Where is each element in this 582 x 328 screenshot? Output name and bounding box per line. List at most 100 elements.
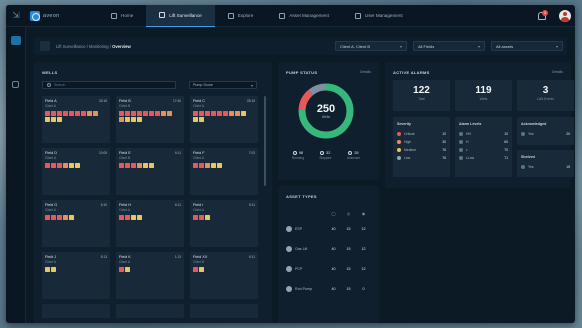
expand-icon[interactable]: ⇲: [6, 5, 26, 27]
alarm-dot-icon: [193, 163, 198, 168]
back-icon[interactable]: [40, 41, 50, 51]
asset-value: 40: [331, 247, 336, 251]
field-filter[interactable]: All Fields ▾: [413, 41, 485, 51]
monitoring-rail-icon[interactable]: [10, 36, 21, 45]
alarm-level-row[interactable]: LLow 71: [459, 154, 508, 162]
alarm-dot-icon: [205, 215, 210, 220]
well-client: Client B: [119, 104, 131, 108]
brand[interactable]: aveon: [26, 10, 98, 21]
well-card[interactable]: Field B Client B 17:40: [116, 96, 184, 143]
asset-filter[interactable]: All assets ▾: [491, 41, 563, 51]
notifications-badge: 3: [542, 9, 548, 16]
field-filter-value: All Fields: [418, 43, 435, 49]
pump-legend-value: 32: [326, 151, 331, 155]
tab-icon: [227, 12, 234, 19]
severity-row[interactable]: High 30: [397, 138, 446, 146]
severity-dot-icon: [397, 156, 401, 160]
pump-legend: 98 Running 32 Stopped 28 Unknown: [292, 151, 360, 160]
acknowledged-value: 20: [566, 132, 570, 136]
alarm-level-row[interactable]: HH 10: [459, 130, 508, 138]
wells-sort-select[interactable]: Pump Score ▾: [189, 81, 257, 89]
alarm-stat-card[interactable]: 122 Total: [393, 80, 450, 111]
alarm-level-row[interactable]: L 70: [459, 146, 508, 154]
well-card[interactable]: Field I Client A 6:11: [190, 200, 258, 247]
pump-legend-item[interactable]: 28 Unknown: [347, 151, 360, 160]
asset-types-panel: ASSET TYPES ◯ ◎ ◉ ESP 40 15 12 Gas Lift 40 15 1…: [278, 186, 379, 323]
alarm-dot-icon: [223, 111, 228, 116]
severity-row[interactable]: Critical 10: [397, 130, 446, 138]
well-card[interactable]: Field K Client A 1:13: [116, 252, 184, 299]
active-alarms-details-link[interactable]: Details: [552, 70, 563, 74]
well-card[interactable]: Field C Client A 05:15: [190, 96, 258, 143]
alarm-dot-icon: [155, 111, 160, 116]
severity-row[interactable]: Low 76: [397, 154, 446, 162]
alarm-dot-icon: [167, 111, 172, 116]
breadcrumb-current: Overview: [112, 43, 131, 49]
alarm-level-row[interactable]: H 60: [459, 138, 508, 146]
empty-panel: [385, 194, 571, 323]
alarm-stat-card[interactable]: 119 Wells: [455, 80, 512, 111]
well-card[interactable]: Field E Client B 6:11: [116, 148, 184, 195]
well-card[interactable]: Field H Client A 6:11: [116, 200, 184, 247]
app-window: ⇲ aveon Home Lift Surveillance Explore Asse…: [6, 5, 575, 323]
panel-rail-icon[interactable]: [12, 81, 19, 88]
wells-search-input[interactable]: Search: [42, 81, 176, 89]
notifications-bell-icon[interactable]: 3: [537, 9, 548, 20]
alarm-level-value: 10: [504, 132, 508, 136]
well-card[interactable]: Field XX Client B 6:11: [190, 252, 258, 299]
pump-legend-item[interactable]: 32 Stopped: [319, 151, 331, 160]
alarm-stat-card[interactable]: 3 LAN Events: [517, 80, 574, 111]
nav-right: 3: [537, 9, 575, 22]
active-alarms-title: ACTIVE ALARMS: [393, 70, 430, 75]
asset-row[interactable]: ESP 40 15 12: [286, 226, 371, 232]
well-alarm-dots: [119, 215, 174, 220]
wells-sort-value: Pump Score: [193, 83, 213, 87]
tab-explore[interactable]: Explore: [215, 5, 267, 27]
alarm-dot-icon: [57, 117, 62, 122]
well-card-partial[interactable]: [42, 304, 110, 318]
alarm-dot-icon: [45, 163, 50, 168]
severity-rows: Critical 10 High 30 Medium 76 Low 76: [397, 130, 446, 162]
alarm-dot-icon: [51, 117, 56, 122]
asset-row[interactable]: Rod Pump 40 15 0: [286, 286, 371, 292]
asset-row[interactable]: PCP 40 15 12: [286, 266, 371, 272]
asset-name: Gas Lift: [295, 247, 308, 251]
tab-lift-surveillance[interactable]: Lift Surveillance: [146, 5, 215, 27]
acknowledged-row[interactable]: Yes 20: [521, 130, 570, 138]
acknowledged-title: Acknowledged: [521, 122, 547, 126]
severity-row[interactable]: Medium 76: [397, 146, 446, 154]
client-filter[interactable]: Client A, Client B ▾: [335, 41, 407, 51]
alarm-dot-icon: [51, 215, 56, 220]
well-time: 17:40: [173, 99, 181, 103]
well-card[interactable]: Field J Client A 5:13: [42, 252, 110, 299]
user-avatar[interactable]: [559, 9, 571, 22]
tab-label: User Management: [364, 13, 403, 18]
well-client: Client A: [45, 260, 56, 264]
asset-row[interactable]: Gas Lift 40 15 12: [286, 246, 371, 252]
pump-status-details-link[interactable]: Details: [360, 70, 371, 74]
tab-user-management[interactable]: User Management: [342, 5, 416, 27]
asset-value: 15: [346, 267, 351, 271]
tab-label: Home: [121, 13, 134, 18]
acknowledged-dot-icon: [521, 132, 525, 136]
alarm-dot-icon: [125, 267, 130, 272]
wells-scrollbar[interactable]: [264, 96, 266, 186]
pump-legend-item[interactable]: 98 Running: [292, 151, 304, 160]
tab-home[interactable]: Home: [98, 5, 146, 27]
asset-name: ESP: [295, 227, 303, 231]
well-card[interactable]: Field D Client A 10:05: [42, 148, 110, 195]
wells-title: WELLS: [42, 70, 58, 75]
shelved-row[interactable]: Yes 15: [521, 163, 570, 171]
well-card[interactable]: Field G Client A 6:10: [42, 200, 110, 247]
breadcrumb-path[interactable]: Lift Surveillance / Monitoring /: [56, 44, 112, 49]
well-card[interactable]: Field A Client A 03:16: [42, 96, 110, 143]
well-card-partial[interactable]: [190, 304, 258, 318]
tab-asset-management[interactable]: Asset Management: [266, 5, 342, 27]
asset-value: 15: [346, 227, 351, 231]
alarm-dot-icon: [69, 111, 74, 116]
alarm-dot-icon: [193, 111, 198, 116]
well-card-partial[interactable]: [116, 304, 184, 318]
asset-type-icon: [286, 286, 292, 292]
client-filter-value: Client A, Client B: [340, 43, 371, 49]
well-card[interactable]: Field F Client A 7:03: [190, 148, 258, 195]
